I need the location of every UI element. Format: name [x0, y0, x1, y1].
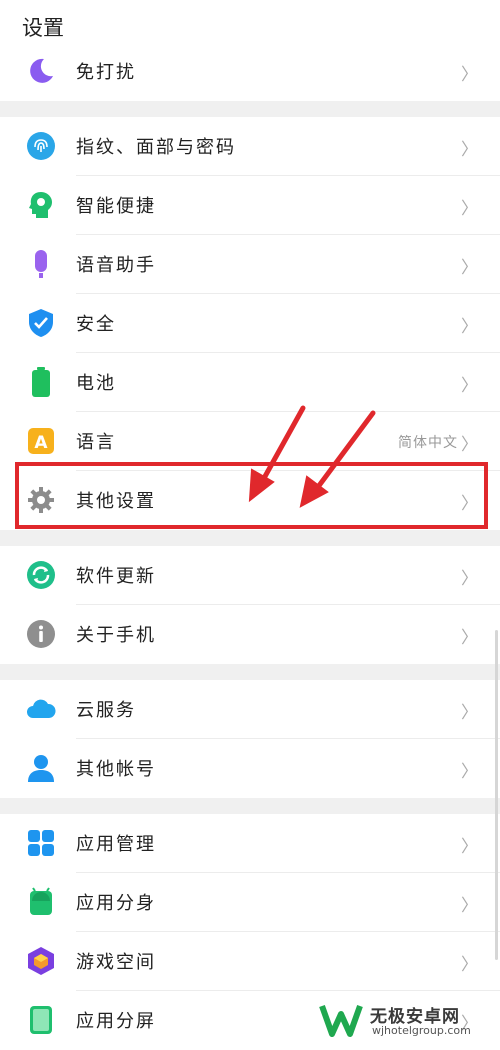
split-screen-icon	[30, 1006, 52, 1034]
section-divider	[0, 101, 500, 117]
watermark-logo: 无极安卓网 wjhotelgroup.com	[318, 1000, 498, 1042]
chevron-right-icon: 〉	[461, 65, 478, 85]
settings-item-label: 免打扰	[76, 62, 136, 83]
shield-icon	[29, 309, 53, 337]
chevron-right-icon: 〉	[461, 569, 478, 589]
chevron-right-icon: 〉	[461, 317, 478, 337]
android-icon	[30, 887, 52, 915]
settings-item-security[interactable]: 安全 〉	[0, 294, 500, 353]
battery-icon	[32, 367, 50, 397]
settings-item-smart-convenience[interactable]: 智能便捷 〉	[0, 176, 500, 235]
chevron-right-icon: 〉	[461, 762, 478, 782]
settings-item-label: 其他帐号	[76, 759, 156, 780]
settings-item-battery[interactable]: 电池 〉	[0, 353, 500, 412]
person-icon	[28, 755, 54, 782]
update-icon	[27, 561, 55, 589]
settings-item-about-phone[interactable]: 关于手机 〉	[0, 605, 500, 664]
settings-item-software-update[interactable]: 软件更新 〉	[0, 546, 500, 605]
microphone-icon	[35, 250, 47, 278]
settings-item-do-not-disturb[interactable]: 免打扰 〉	[0, 42, 500, 101]
settings-item-game-space[interactable]: 游戏空间 〉	[0, 932, 500, 991]
game-cube-icon	[28, 947, 54, 975]
settings-item-label: 云服务	[76, 700, 136, 721]
settings-item-label: 应用分屏	[76, 1011, 156, 1032]
chevron-right-icon: 〉	[461, 140, 478, 160]
settings-item-label: 应用分身	[76, 893, 156, 914]
highlight-annotation-box	[15, 462, 488, 529]
settings-item-app-management[interactable]: 应用管理 〉	[0, 814, 500, 873]
svg-text:A: A	[34, 433, 48, 453]
settings-item-label: 软件更新	[76, 566, 156, 587]
section-divider	[0, 664, 500, 680]
section-divider	[0, 530, 500, 546]
section-divider	[0, 798, 500, 814]
chevron-right-icon: 〉	[461, 258, 478, 278]
settings-item-label: 安全	[76, 314, 116, 335]
settings-item-label: 语音助手	[76, 255, 156, 276]
chevron-right-icon: 〉	[461, 703, 478, 723]
settings-item-app-clone[interactable]: 应用分身 〉	[0, 873, 500, 932]
settings-item-label: 电池	[76, 373, 116, 394]
settings-item-label: 关于手机	[76, 625, 156, 646]
page-title: 设置	[22, 16, 64, 40]
settings-item-label: 智能便捷	[76, 196, 156, 217]
settings-item-other-accounts[interactable]: 其他帐号 〉	[0, 739, 500, 798]
cloud-icon	[27, 699, 56, 718]
settings-item-label: 语言	[76, 432, 116, 453]
language-icon: A	[28, 428, 54, 454]
smart-head-icon	[29, 192, 52, 218]
chevron-right-icon: 〉	[461, 837, 478, 857]
chevron-right-icon: 〉	[461, 628, 478, 648]
chevron-right-icon: 〉	[461, 199, 478, 219]
scrollbar[interactable]	[495, 630, 498, 960]
fingerprint-icon	[27, 132, 55, 160]
settings-item-label: 应用管理	[76, 834, 156, 855]
settings-item-fingerprint-face-password[interactable]: 指纹、面部与密码 〉	[0, 117, 500, 176]
chevron-right-icon: 〉	[461, 955, 478, 975]
settings-item-label: 游戏空间	[76, 952, 156, 973]
settings-item-voice-assistant[interactable]: 语音助手 〉	[0, 235, 500, 294]
settings-item-label: 指纹、面部与密码	[76, 137, 236, 158]
language-value: 简体中文	[398, 435, 458, 451]
chevron-right-icon: 〉	[461, 896, 478, 916]
moon-icon	[30, 58, 53, 83]
watermark-w-icon	[319, 1004, 363, 1037]
settings-item-cloud-service[interactable]: 云服务 〉	[0, 680, 500, 739]
info-icon	[27, 620, 55, 648]
apps-grid-icon	[28, 830, 54, 856]
watermark-url: wjhotelgroup.com	[372, 1024, 471, 1037]
chevron-right-icon: 〉	[461, 376, 478, 396]
chevron-right-icon: 〉	[461, 435, 478, 455]
